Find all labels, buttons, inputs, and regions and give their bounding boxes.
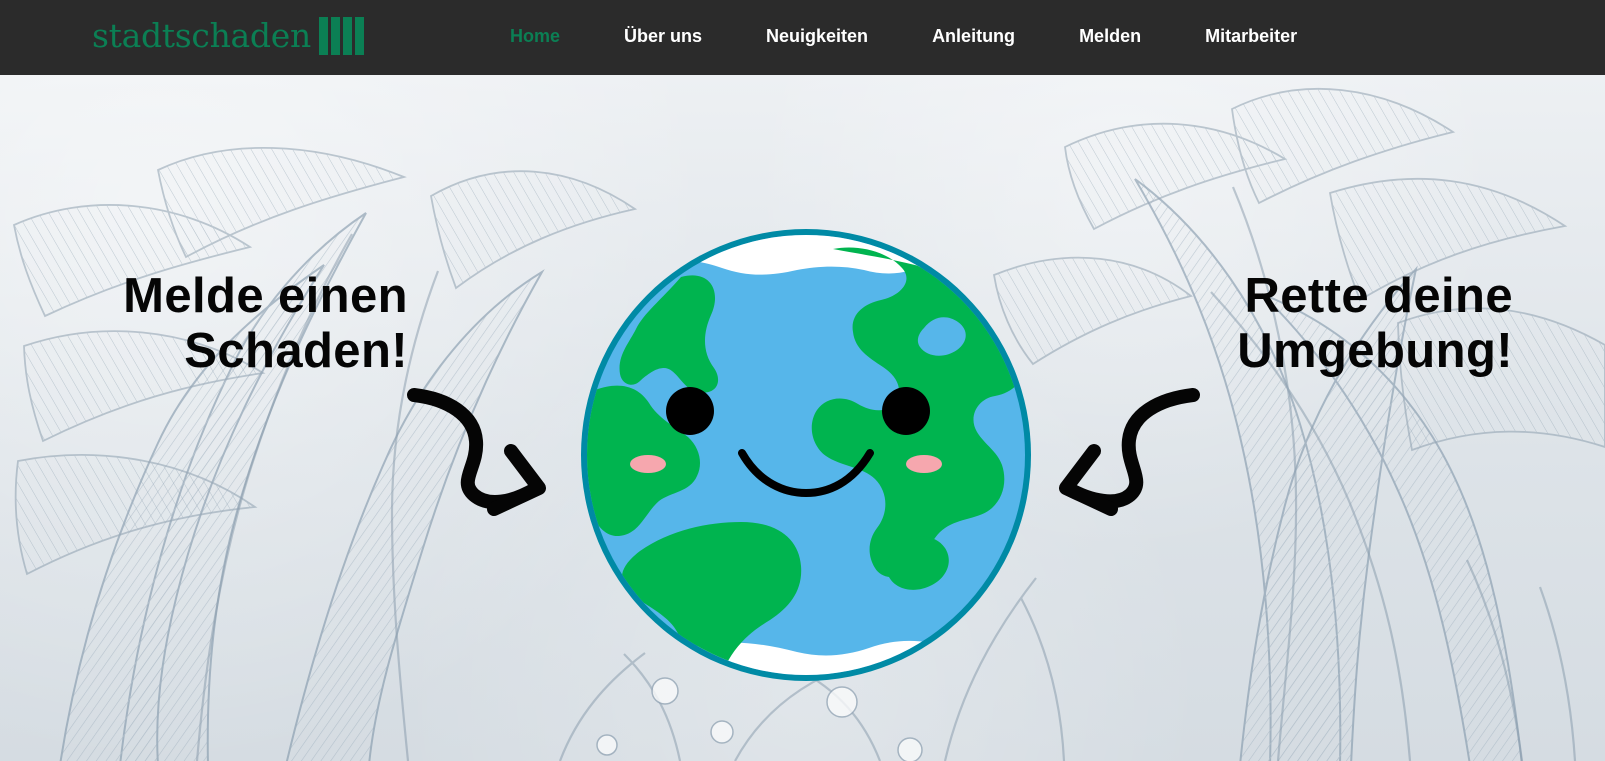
nav-anleitung[interactable]: Anleitung: [932, 24, 1015, 48]
logo-bar-icon: [354, 17, 364, 55]
nav-neuigkeiten[interactable]: Neuigkeiten: [766, 24, 868, 48]
logo-bar-icon: [318, 17, 328, 55]
curved-arrow-left-icon: [1059, 388, 1200, 516]
site-logo-link[interactable]: stadtschaden: [92, 14, 364, 56]
site-logo-text: stadtschaden: [92, 15, 311, 55]
hero-right-line-1: Rette deine: [1244, 269, 1513, 323]
hero-left-line-1: Melde einen: [123, 269, 408, 323]
hero-right-line-2: Umgebung!: [1237, 324, 1513, 379]
hero-section: Melde einen Schaden! Rette deine Umgebun…: [0, 75, 1605, 761]
nav-mitarbeiter[interactable]: Mitarbeiter: [1205, 24, 1297, 48]
smiling-earth-illustration: [581, 229, 1031, 681]
vertical-bars-logo-icon: [318, 17, 364, 55]
main-navigation: Home Über uns Neuigkeiten Anleitung Meld…: [510, 24, 1361, 48]
top-navigation-bar: stadtschaden Home Über uns Neuigkeiten A…: [0, 0, 1605, 75]
hero-left-line-2: Schaden!: [184, 324, 408, 379]
nav-melden[interactable]: Melden: [1079, 24, 1141, 48]
logo-bar-icon: [330, 17, 340, 55]
page: stadtschaden Home Über uns Neuigkeiten A…: [0, 0, 1605, 761]
hero-left-headline: Melde einen Schaden!: [98, 269, 408, 380]
hero-right-headline: Rette deine Umgebung!: [1180, 269, 1513, 380]
logo-bar-icon: [342, 17, 352, 55]
nav-uber-uns[interactable]: Über uns: [624, 24, 702, 48]
curved-arrow-right-icon: [407, 388, 546, 516]
nav-home[interactable]: Home: [510, 24, 560, 48]
